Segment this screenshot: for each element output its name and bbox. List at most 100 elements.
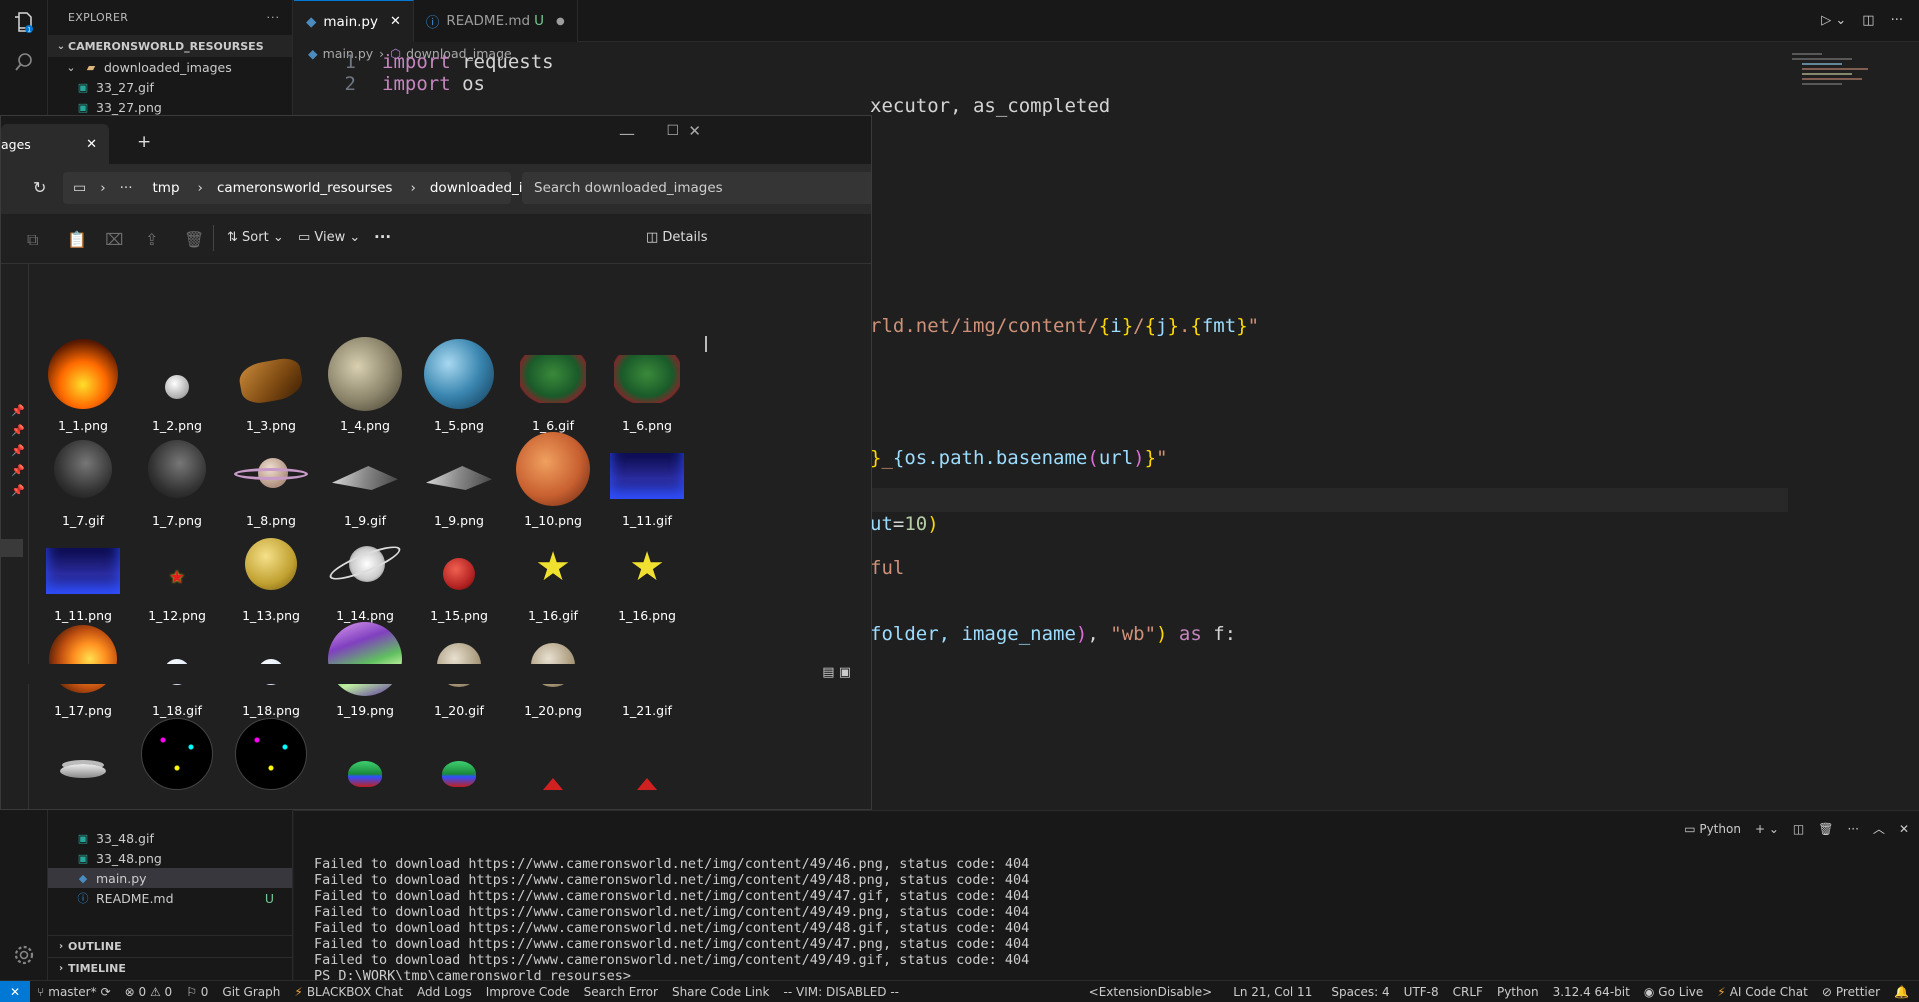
tree-item-file[interactable]: ⓘ README.md U: [48, 888, 292, 908]
extension-disable-indicator[interactable]: <ExtensionDisable>: [1082, 985, 1220, 999]
minimap[interactable]: [1792, 50, 1872, 120]
file-thumbnail[interactable]: 1_6.gif: [505, 326, 601, 436]
indentation-indicator[interactable]: Spaces: 4: [1319, 985, 1396, 999]
file-thumbnail[interactable]: [223, 706, 319, 809]
file-thumbnail[interactable]: 1_6.png: [599, 326, 695, 436]
refresh-icon[interactable]: ↻: [33, 178, 46, 197]
more-options-button[interactable]: ···: [374, 228, 391, 246]
file-explorer-tab[interactable]: ages ✕: [1, 124, 109, 164]
new-terminal-icon[interactable]: + ⌄: [1755, 822, 1779, 836]
file-thumbnail[interactable]: [35, 706, 131, 809]
unsaved-dot-icon[interactable]: ●: [556, 16, 565, 27]
file-thumbnail[interactable]: 1_13.png: [223, 516, 319, 626]
tree-item-file[interactable]: ▣ 33_27.png: [48, 97, 292, 117]
outline-section-header[interactable]: › OUTLINE: [48, 935, 292, 957]
share-icon[interactable]: ⇪: [145, 230, 158, 249]
details-pane-button[interactable]: ◫ Details: [646, 230, 708, 245]
add-logs-button[interactable]: Add Logs: [410, 985, 479, 999]
problems-indicator[interactable]: ⊗ 0 ⚠ 0: [118, 985, 180, 999]
maximize-panel-icon[interactable]: ︿: [1873, 820, 1885, 837]
search-icon[interactable]: [12, 50, 36, 74]
file-thumbnail[interactable]: 1_14.png: [317, 516, 413, 626]
file-thumbnail[interactable]: 1_15.png: [411, 516, 507, 626]
paste-icon[interactable]: 📋: [67, 230, 87, 249]
new-tab-icon[interactable]: +: [137, 132, 151, 152]
file-thumbnail[interactable]: 1_8.png: [223, 421, 319, 531]
minimize-icon[interactable]: —: [619, 124, 635, 143]
path-segment[interactable]: cameronsworld_resourses: [217, 180, 393, 196]
tree-item-folder[interactable]: ⌄ ▰ downloaded_images: [48, 57, 292, 77]
file-thumbnail[interactable]: ★ 1_12.png: [129, 516, 225, 626]
more-actions-icon[interactable]: ···: [1847, 822, 1858, 836]
file-thumbnail[interactable]: ★ 1_16.gif: [505, 516, 601, 626]
improve-code-button[interactable]: Improve Code: [479, 985, 577, 999]
python-interpreter[interactable]: 3.12.4 64-bit: [1546, 985, 1637, 999]
more-actions-icon[interactable]: ···: [1891, 13, 1903, 28]
project-section-header[interactable]: ⌄ CAMERONSWORLD_RESOURSES: [48, 35, 292, 57]
file-thumbnail[interactable]: 1_11.gif: [599, 421, 695, 531]
terminal-shell-label[interactable]: ▭ Python: [1684, 822, 1741, 836]
notifications-bell-icon[interactable]: 🔔: [1887, 985, 1919, 999]
settings-gear-icon[interactable]: [12, 943, 36, 967]
file-thumbnail[interactable]: [317, 706, 413, 809]
file-thumbnail[interactable]: 1_2.png: [129, 326, 225, 436]
tree-item-file[interactable]: ◆ main.py: [48, 868, 292, 888]
file-thumbnail[interactable]: 1_3.png: [223, 326, 319, 436]
close-window-icon[interactable]: ✕: [688, 122, 701, 140]
rename-icon[interactable]: ⌧: [105, 230, 123, 249]
file-thumbnail[interactable]: 1_11.png: [35, 516, 131, 626]
file-thumbnail[interactable]: [129, 706, 225, 809]
copy-icon[interactable]: ⧉: [27, 230, 38, 250]
blackbox-chat-button[interactable]: ⚡ BLACKBOX Chat: [287, 985, 410, 999]
address-bar[interactable]: ▭ › ··· tmp › cameronsworld_resourses › …: [63, 172, 568, 204]
file-thumbnail[interactable]: 1_1.png: [35, 326, 131, 436]
view-button[interactable]: ▭ View ⌄: [298, 230, 360, 245]
split-editor-icon[interactable]: ◫: [1862, 13, 1874, 28]
file-thumbnail[interactable]: 1_9.png: [411, 421, 507, 531]
explorer-more-button[interactable]: ···: [267, 11, 281, 24]
tab-main-py[interactable]: ◆ main.py ✕: [294, 0, 414, 42]
timeline-section-header[interactable]: › TIMELINE: [48, 957, 292, 979]
file-thumbnail[interactable]: 1_5.png: [411, 326, 507, 436]
close-icon[interactable]: ✕: [390, 14, 401, 29]
tree-item-file[interactable]: ▣ 33_48.gif: [48, 828, 292, 848]
share-code-link-button[interactable]: Share Code Link: [665, 985, 777, 999]
search-error-button[interactable]: Search Error: [577, 985, 665, 999]
prettier-button[interactable]: ⊘ Prettier: [1815, 985, 1887, 999]
encoding-indicator[interactable]: UTF-8: [1397, 985, 1446, 999]
file-thumbnail[interactable]: [505, 706, 601, 809]
run-icon[interactable]: ▷ ⌄: [1821, 13, 1846, 28]
cursor-position[interactable]: Ln 21, Col 11: [1219, 985, 1319, 999]
close-icon[interactable]: ✕: [1899, 822, 1909, 836]
ports-indicator[interactable]: ⚐ 0: [179, 985, 215, 999]
remote-indicator-icon[interactable]: ✕: [0, 980, 31, 1002]
split-terminal-icon[interactable]: ◫: [1793, 822, 1804, 836]
file-thumbnail[interactable]: 1_7.png: [129, 421, 225, 531]
eol-indicator[interactable]: CRLF: [1446, 985, 1490, 999]
tree-item-file[interactable]: ▣ 33_27.gif: [48, 77, 292, 97]
close-icon[interactable]: ✕: [86, 137, 97, 152]
file-thumbnail[interactable]: [411, 706, 507, 809]
file-thumbnail[interactable]: 1_10.png: [505, 421, 601, 531]
tree-item-file[interactable]: ▣ 33_48.png: [48, 848, 292, 868]
maximize-icon[interactable]: ☐: [666, 123, 679, 139]
go-live-button[interactable]: ◉ Go Live: [1637, 985, 1710, 999]
trash-icon[interactable]: 🗑: [1818, 822, 1833, 836]
search-input[interactable]: Search downloaded_images: [522, 172, 871, 204]
sort-button[interactable]: ⇅ Sort ⌄: [227, 230, 284, 245]
scrollbar-thumb[interactable]: [705, 336, 707, 352]
nav-selected-item[interactable]: [1, 539, 23, 557]
language-mode[interactable]: Python: [1490, 985, 1546, 999]
file-thumbnail[interactable]: 1_9.gif: [317, 421, 413, 531]
file-thumbnail[interactable]: ★ 1_16.png: [599, 516, 695, 626]
file-thumbnail[interactable]: [599, 706, 695, 809]
git-branch[interactable]: ⑂ master* ⟳: [30, 985, 118, 999]
explorer-icon[interactable]: 1: [12, 10, 36, 34]
tab-readme[interactable]: ⓘ README.md U ●: [413, 0, 578, 42]
trash-icon[interactable]: 🗑: [184, 230, 204, 249]
more-path-icon[interactable]: ···: [120, 180, 133, 196]
ai-code-chat-button[interactable]: ⚡ AI Code Chat: [1710, 985, 1815, 999]
file-thumbnail[interactable]: 1_4.png: [317, 326, 413, 436]
file-thumbnail[interactable]: 1_7.gif: [35, 421, 131, 531]
view-toggle-icons[interactable]: ▤ ▣: [822, 665, 851, 680]
